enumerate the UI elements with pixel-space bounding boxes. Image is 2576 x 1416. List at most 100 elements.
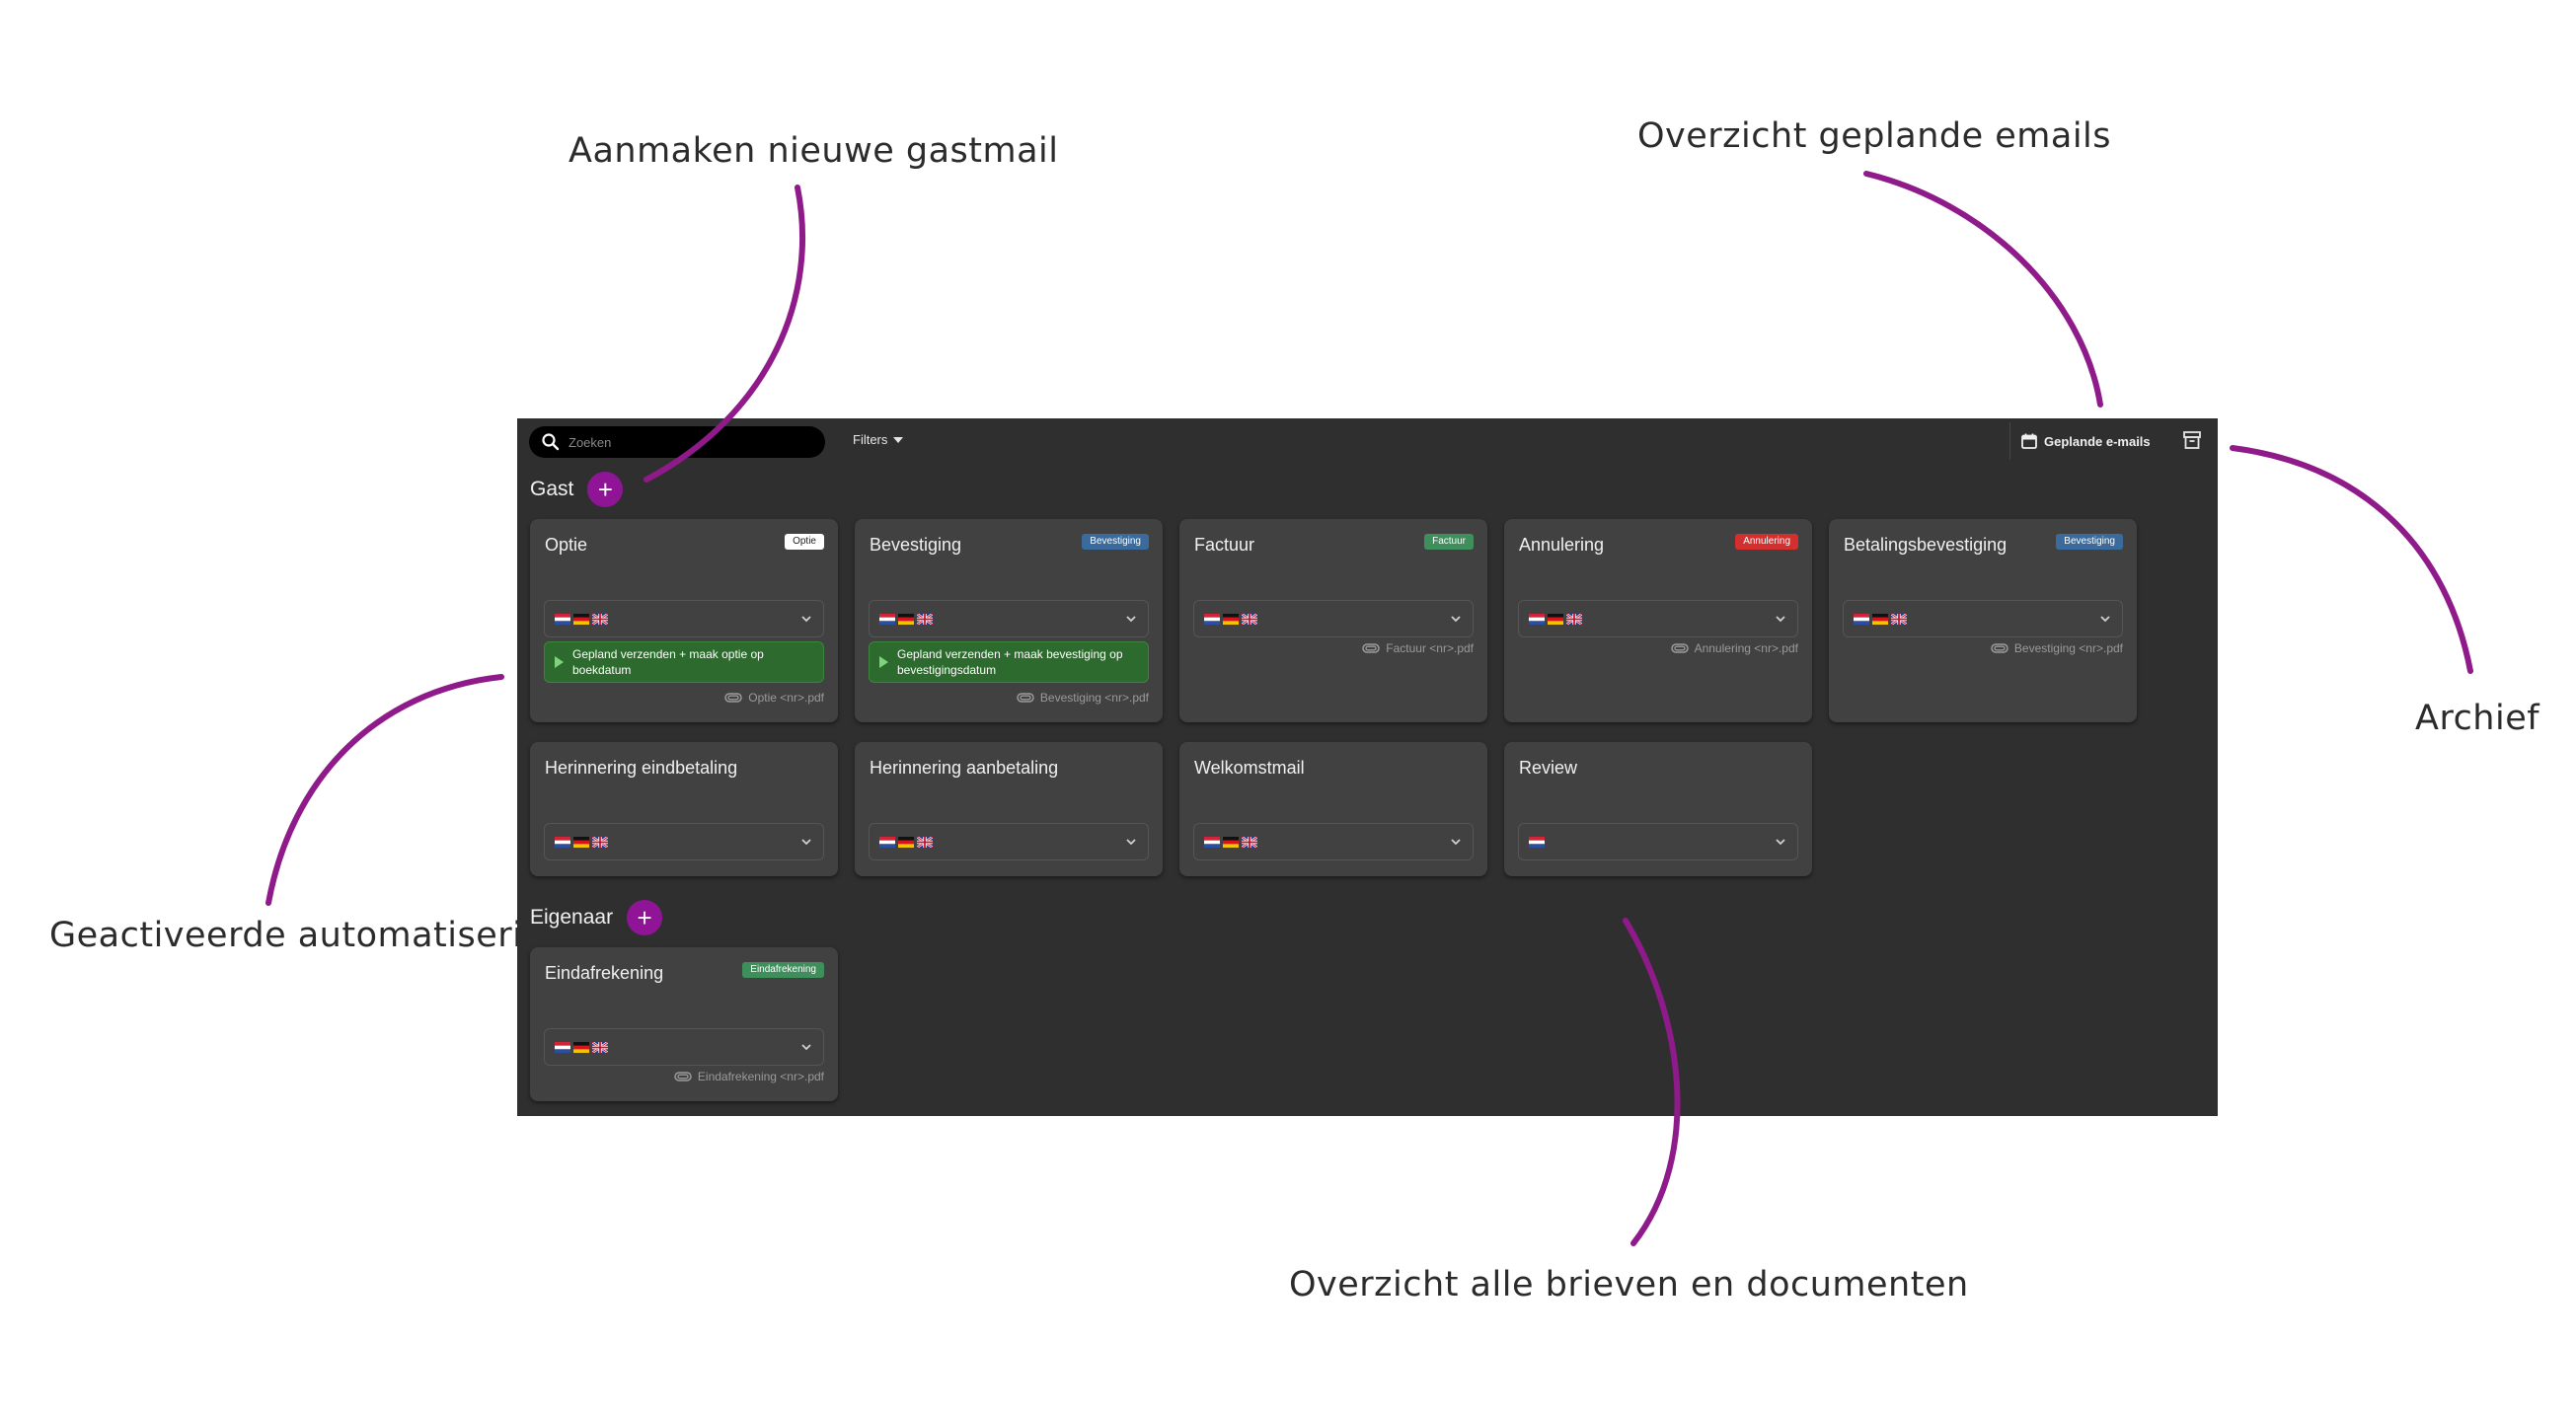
add-guest-mail-button[interactable]: +	[587, 472, 624, 507]
flag-gb-icon	[1242, 836, 1257, 848]
card-title: Eindafrekening	[545, 963, 664, 983]
play-icon	[879, 656, 888, 668]
template-card[interactable]: Herinnering aanbetaling	[855, 742, 1163, 876]
attachment-name: Bevestiging <nr>.pdf	[2013, 641, 2123, 655]
automation-banner[interactable]: Gepland verzenden + maak bevestiging op …	[869, 641, 1149, 683]
caret-down-icon	[893, 436, 904, 443]
flag-de-icon	[898, 613, 914, 625]
language-flags	[879, 836, 933, 848]
play-icon	[555, 656, 564, 668]
arrow-activated-automation	[265, 674, 504, 906]
attachment-name: Bevestiging <nr>.pdf	[1039, 691, 1149, 705]
language-select[interactable]	[1193, 600, 1474, 637]
section-owner: Eigenaar +	[530, 900, 663, 935]
attachment[interactable]: Eindafrekening <nr>.pdf	[674, 1070, 824, 1083]
section-owner-label: Eigenaar	[530, 906, 614, 929]
language-flags	[1529, 836, 1545, 848]
paperclip-icon	[1670, 643, 1689, 653]
add-owner-mail-button[interactable]: +	[627, 900, 663, 935]
attachment-name: Annulering <nr>.pdf	[1694, 641, 1798, 655]
flag-gb-icon	[592, 836, 608, 848]
flag-gb-icon	[917, 836, 933, 848]
template-card[interactable]: Optie Optie Gepland verzenden + maak optie…	[530, 519, 838, 722]
card-title: Bevestiging	[870, 535, 962, 555]
chevron-down-icon	[2100, 616, 2110, 623]
language-select[interactable]	[1193, 823, 1474, 860]
card-badge: Factuur	[1424, 534, 1474, 550]
arrow-scheduled-emails	[1863, 171, 2103, 408]
scheduled-emails-button[interactable]: Geplande e-mails	[2009, 422, 2164, 460]
template-card[interactable]: Betalingsbevestiging Bevestiging Bevestigi…	[1829, 519, 2137, 722]
chevron-down-icon	[1451, 839, 1461, 846]
attachment[interactable]: Optie <nr>.pdf	[724, 691, 824, 705]
flag-nl-icon	[1529, 613, 1545, 625]
attachment[interactable]: Bevestiging <nr>.pdf	[1991, 641, 2123, 655]
language-flags	[555, 836, 608, 848]
template-card[interactable]: Eindafrekening Eindafrekening Eindafrekeni…	[530, 947, 838, 1101]
language-select[interactable]	[1518, 823, 1798, 860]
section-guest-label: Gast	[530, 478, 574, 500]
template-card[interactable]: Review	[1504, 742, 1812, 876]
flag-de-icon	[1223, 836, 1239, 848]
section-guest: Gast +	[530, 472, 624, 507]
search-placeholder: Zoeken	[568, 434, 612, 450]
attachment-name: Factuur <nr>.pdf	[1386, 641, 1474, 655]
template-card[interactable]: Herinnering eindbetaling	[530, 742, 838, 876]
flag-nl-icon	[1204, 613, 1220, 625]
flag-nl-icon	[1204, 836, 1220, 848]
card-title: Welkomstmail	[1194, 758, 1305, 778]
language-flags	[1204, 613, 1257, 625]
flag-gb-icon	[592, 1041, 608, 1053]
card-badge: Bevestiging	[2056, 534, 2123, 550]
chevron-down-icon	[801, 616, 811, 623]
language-flags	[1204, 836, 1257, 848]
template-card[interactable]: Annulering Annulering Annulering <nr>.pdf	[1504, 519, 1812, 722]
language-select[interactable]	[544, 1028, 824, 1066]
language-select[interactable]	[544, 600, 824, 637]
attachment[interactable]: Annulering <nr>.pdf	[1670, 641, 1798, 655]
chevron-down-icon	[1126, 616, 1136, 623]
template-card[interactable]: Factuur Factuur Factuur <nr>.pdf	[1179, 519, 1487, 722]
automation-text: Gepland verzenden + maak bevestiging op …	[897, 647, 1123, 677]
app-window: Zoeken Filters Geplande e-mails Gast + E…	[517, 418, 2218, 1116]
archive-icon[interactable]	[2181, 428, 2203, 452]
flag-de-icon	[573, 1041, 589, 1053]
filters-dropdown[interactable]: Filters	[853, 432, 904, 447]
automation-banner[interactable]: Gepland verzenden + maak optie op boekda…	[544, 641, 824, 683]
chevron-down-icon	[1776, 616, 1785, 623]
language-select[interactable]	[869, 823, 1149, 860]
annotation-all-letters: Overzicht alle brieven en documenten	[1289, 1265, 1969, 1304]
card-title: Review	[1519, 758, 1578, 778]
paperclip-icon	[1017, 693, 1034, 703]
annotation-new-guest-mail: Aanmaken nieuwe gastmail	[568, 131, 1059, 171]
paperclip-icon	[1991, 643, 2008, 653]
attachment[interactable]: Bevestiging <nr>.pdf	[1017, 691, 1149, 705]
flag-nl-icon	[555, 613, 570, 625]
language-select[interactable]	[869, 600, 1149, 637]
flag-gb-icon	[592, 613, 608, 625]
scheduled-emails-label: Geplande e-mails	[2044, 433, 2151, 449]
template-card[interactable]: Welkomstmail	[1179, 742, 1487, 876]
language-select[interactable]	[1518, 600, 1798, 637]
language-select[interactable]	[1843, 600, 2123, 637]
card-badge: Optie	[785, 534, 824, 550]
language-flags	[555, 613, 608, 625]
card-title: Annulering	[1519, 535, 1605, 555]
card-badge: Annulering	[1735, 534, 1798, 550]
language-select[interactable]	[544, 823, 824, 860]
card-title: Herinnering aanbetaling	[870, 758, 1059, 778]
arrow-archive	[2230, 445, 2473, 674]
flag-gb-icon	[1566, 613, 1582, 625]
attachment[interactable]: Factuur <nr>.pdf	[1362, 641, 1474, 655]
paperclip-icon	[724, 693, 743, 703]
template-card[interactable]: Bevestiging Bevestiging Gepland verzenden …	[855, 519, 1163, 722]
chevron-down-icon	[1126, 839, 1136, 846]
language-flags	[879, 613, 933, 625]
card-title: Herinnering eindbetaling	[545, 758, 738, 778]
flag-gb-icon	[1891, 613, 1907, 625]
flag-de-icon	[1548, 613, 1563, 625]
automation-text: Gepland verzenden + maak optie op boekda…	[572, 647, 764, 677]
search-input[interactable]: Zoeken	[529, 426, 825, 458]
flag-de-icon	[1872, 613, 1888, 625]
language-flags	[1529, 613, 1582, 625]
